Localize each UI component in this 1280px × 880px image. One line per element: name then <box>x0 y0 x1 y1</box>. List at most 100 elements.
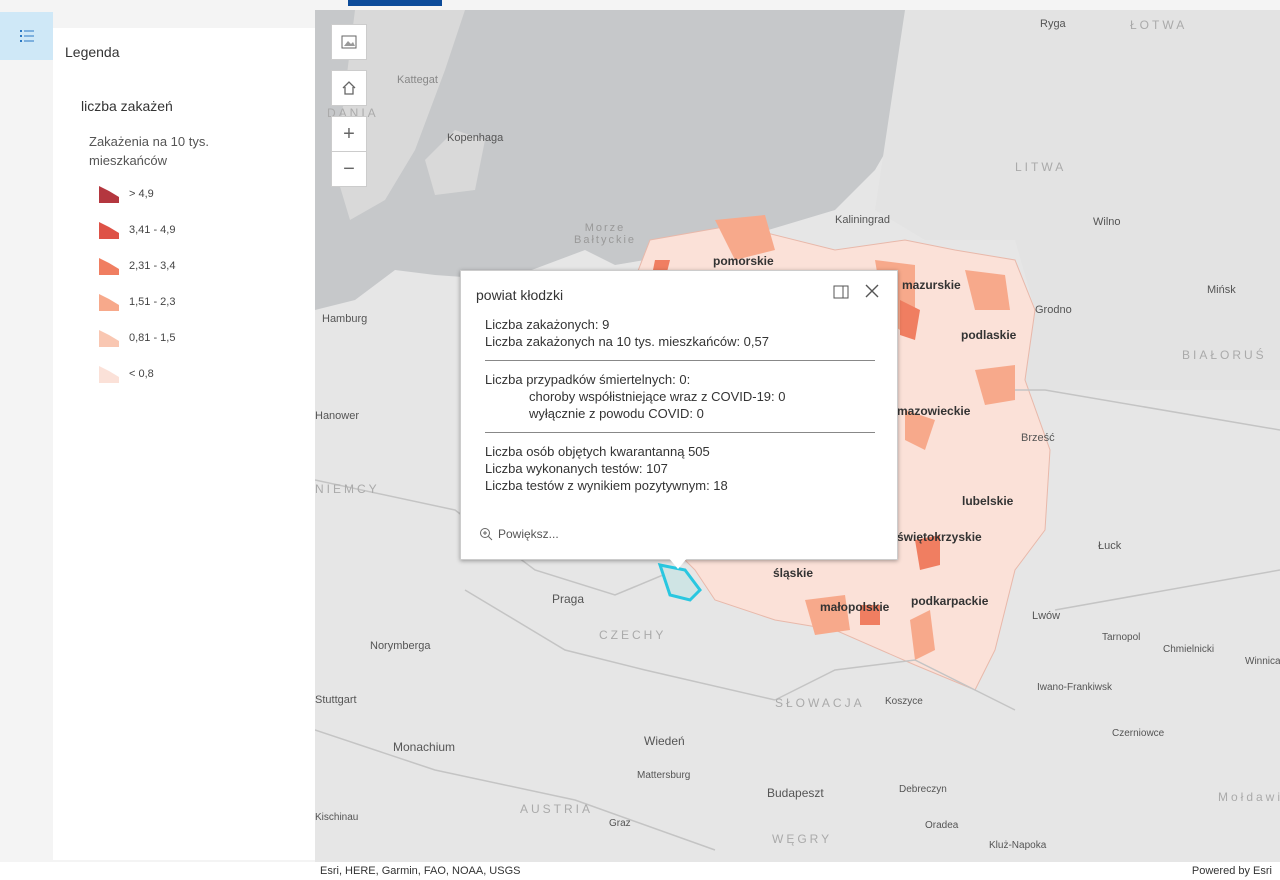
legend-class-label: 2,31 - 3,4 <box>129 260 176 272</box>
legend-class-row: 0,81 - 1,5 <box>97 327 175 349</box>
feature-popup: powiat kłodzki Liczba zakażonych: 9 Licz… <box>460 270 898 569</box>
popup-divider <box>485 432 875 433</box>
legend-toggle-button[interactable] <box>0 12 53 60</box>
city-label: Kischinau <box>315 812 359 823</box>
close-icon[interactable] <box>865 284 879 298</box>
country-label: NIEMCY <box>315 482 380 496</box>
city-label: Brześć <box>1021 432 1055 444</box>
city-label: Monachium <box>393 740 456 754</box>
legend-class-row: < 0,8 <box>97 363 154 385</box>
legend-class-label: 0,81 - 1,5 <box>129 332 176 344</box>
sea-label: Kattegat <box>397 74 438 86</box>
legend-class-row: 1,51 - 2,3 <box>97 291 175 313</box>
legend-swatch <box>99 222 119 239</box>
region-label: lubelskie <box>962 494 1014 508</box>
city-label: Mattersburg <box>637 770 691 781</box>
region-label: pomorskie <box>713 254 774 268</box>
legend-class-label: 3,41 - 4,9 <box>129 224 176 236</box>
legend-swatch <box>99 186 119 203</box>
side-rail <box>0 0 53 880</box>
city-label: Grodno <box>1035 304 1072 316</box>
dock-icon[interactable] <box>833 285 849 299</box>
legend-class-label: > 4,9 <box>129 188 154 200</box>
city-label: Winnica <box>1245 656 1280 667</box>
popup-line: Liczba osób objętych kwarantanną 505 <box>485 444 710 459</box>
region-label: małopolskie <box>820 600 890 614</box>
city-label: Wilno <box>1093 216 1121 228</box>
region-label: śląskie <box>773 566 814 580</box>
region-label: podkarpackie <box>911 594 989 608</box>
country-label: SŁOWACJA <box>775 696 865 710</box>
legend-class-row: > 4,9 <box>97 183 154 205</box>
legend-swatch <box>99 330 119 347</box>
popup-line: Liczba przypadków śmiertelnych: 0: <box>485 372 691 387</box>
city-label: Hanower <box>315 410 360 422</box>
legend-panel: Legenda liczba zakażeń Zakażenia na 10 t… <box>53 28 316 860</box>
home-button[interactable] <box>331 70 367 106</box>
city-label: Mińsk <box>1207 284 1236 296</box>
popup-divider <box>485 360 875 361</box>
city-label: Czerniowce <box>1112 728 1165 739</box>
country-label: AUSTRIA <box>520 802 594 816</box>
city-label: Kaliningrad <box>835 214 891 226</box>
city-label: Praga <box>552 592 585 606</box>
popup-content: Liczba zakażonych: 9 Liczba zakażonych n… <box>485 316 875 494</box>
city-label: Norymberga <box>370 640 431 652</box>
city-label: Łuck <box>1098 540 1122 552</box>
city-label: Koszyce <box>885 696 923 707</box>
region-label: mazurskie <box>902 278 961 292</box>
popup-line: Liczba zakażonych: 9 <box>485 317 610 332</box>
sea-label: Morze Bałtyckie <box>573 222 637 246</box>
popup-line: Liczba zakażonych na 10 tys. mieszkańców… <box>485 334 769 349</box>
popup-line: Liczba wykonanych testów: 107 <box>485 461 668 476</box>
image-icon <box>341 35 357 49</box>
city-label: Iwano-Frankiwsk <box>1037 682 1113 693</box>
legend-title: Legenda <box>65 44 120 60</box>
legend-class-row: 3,41 - 4,9 <box>97 219 175 241</box>
country-label: Mołdawia <box>1218 790 1280 804</box>
country-label: ŁOTWA <box>1130 18 1188 32</box>
legend-swatch <box>99 258 119 275</box>
legend-list-icon <box>19 30 34 42</box>
selected-feature-outline <box>657 563 702 602</box>
legend-swatch <box>99 294 119 311</box>
city-label: Budapeszt <box>767 786 824 800</box>
popup-line: wyłącznie z powodu COVID: 0 <box>529 406 704 421</box>
region-label: świętokrzyskie <box>897 530 982 544</box>
zoom-out-button[interactable]: − <box>331 151 367 187</box>
region-label: podlaskie <box>961 328 1017 342</box>
powered-by-link[interactable]: Powered by Esri <box>1192 865 1272 877</box>
city-label: Lwów <box>1032 610 1061 622</box>
city-label: Tarnopol <box>1102 632 1141 643</box>
zoom-magnifier-icon <box>480 528 493 541</box>
zoom-to-action[interactable]: Powiększ... <box>479 527 559 541</box>
city-label: Chmielnicki <box>1163 644 1215 655</box>
zoom-in-button[interactable]: + <box>331 116 367 152</box>
plus-icon: + <box>343 122 355 145</box>
legend-class-label: 1,51 - 2,3 <box>129 296 176 308</box>
popup-pointer <box>668 557 688 569</box>
country-label: WĘGRY <box>772 832 833 846</box>
active-tab-indicator <box>348 0 442 6</box>
legend-class-row: 2,31 - 3,4 <box>97 255 175 277</box>
city-label: Hamburg <box>322 313 368 325</box>
region-label: mazowieckie <box>897 404 971 418</box>
minus-icon: − <box>343 157 355 180</box>
legend-class-label: < 0,8 <box>129 368 154 380</box>
city-label: Graz <box>609 818 631 829</box>
popup-line: choroby współistniejące wraz z COVID-19:… <box>529 389 786 404</box>
legend-layer-name: liczba zakażeń <box>81 98 173 114</box>
city-label: Stuttgart <box>315 694 357 706</box>
country-label: LITWA <box>1015 160 1067 174</box>
attribution-text: Esri, HERE, Garmin, FAO, NOAA, USGS <box>320 865 521 877</box>
legend-field-label: Zakażenia na 10 tys. mieszkańców <box>89 134 209 168</box>
legend-swatch <box>99 366 119 383</box>
city-label: Wiedeń <box>644 734 685 748</box>
basemap-gallery-button[interactable] <box>331 24 367 60</box>
city-label: Oradea <box>925 820 959 831</box>
popup-title: powiat kłodzki <box>476 287 564 303</box>
city-label: Kluż-Napoka <box>989 840 1047 851</box>
home-icon <box>342 81 356 95</box>
popup-line: Liczba testów z wynikiem pozytywnym: 18 <box>485 478 728 493</box>
city-label: Ryga <box>1040 18 1066 30</box>
